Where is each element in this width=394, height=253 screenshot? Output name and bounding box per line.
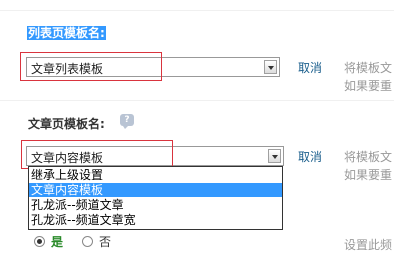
radio-hint: 设置此频 [344, 238, 393, 252]
dropdown-option[interactable]: 孔龙派--频道文章 [29, 198, 282, 212]
help-icon[interactable]: ? [120, 114, 134, 129]
list-template-hint-2: 如果要重 [344, 79, 393, 93]
highlight-box [21, 140, 173, 169]
highlight-box [20, 52, 162, 81]
article-template-hint-2: 如果要重 [344, 168, 393, 182]
list-template-cancel-link[interactable]: 取消 [298, 59, 322, 76]
radio-yes[interactable] [34, 236, 45, 247]
article-template-dropdown: 继承上级设置 文章内容模板 孔龙派--频道文章 孔龙派--频道文章宽 [28, 166, 283, 230]
radio-no-label: 否 [99, 235, 112, 249]
separator [0, 10, 394, 11]
separator [0, 100, 394, 101]
article-template-cancel-link[interactable]: 取消 [298, 148, 322, 165]
dropdown-option[interactable]: 孔龙派--频道文章宽 [29, 213, 282, 227]
list-template-hint: 将模板文 [344, 61, 393, 75]
chevron-down-icon[interactable] [268, 149, 281, 163]
list-template-label: 列表页模板名: [27, 26, 106, 40]
radio-no[interactable] [82, 236, 93, 247]
article-template-hint: 将模板文 [344, 150, 393, 164]
radio-yes-label: 是 [51, 235, 64, 249]
article-template-label: 文章页模板名: [28, 117, 105, 131]
dropdown-option[interactable]: 继承上级设置 [29, 168, 282, 182]
dropdown-option-selected[interactable]: 文章内容模板 [29, 183, 282, 197]
chevron-down-icon[interactable] [264, 60, 277, 74]
